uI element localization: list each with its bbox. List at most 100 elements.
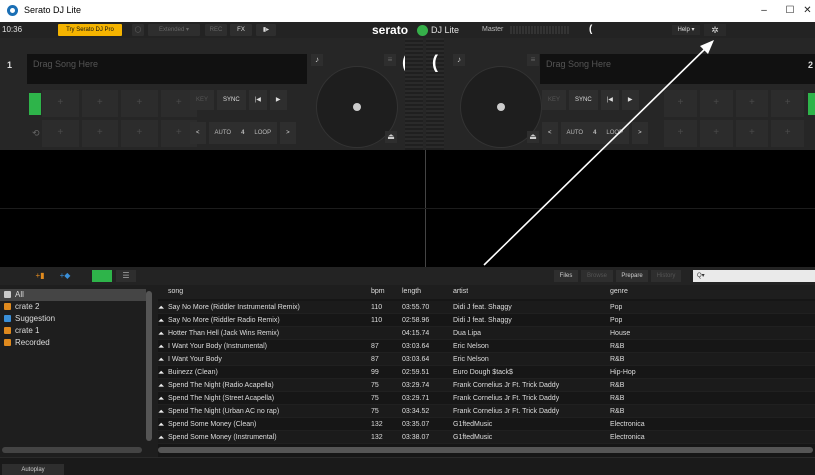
crates-scrollbar[interactable]	[146, 291, 152, 441]
extended-dropdown[interactable]: Extended ▾	[148, 24, 200, 36]
deck-1-key-button[interactable]: KEY	[190, 90, 215, 110]
help-dropdown[interactable]: Help ▾	[672, 25, 700, 35]
table-row[interactable]: ⏶ Spend The Night (Radio Acapella) 75 03:29…	[158, 379, 815, 392]
pad[interactable]: +	[735, 90, 769, 117]
table-row[interactable]: ⏶ Spend Some Money (Clean) 132 03:35.07 G1ft…	[158, 418, 815, 431]
fx-button[interactable]: FX	[230, 24, 252, 36]
record-icon[interactable]: ◯	[132, 24, 144, 36]
crate-label: crate 2	[15, 302, 40, 311]
table-row[interactable]: ⏶ Say No More (Riddler Instrumental Remix…	[158, 301, 815, 314]
pad[interactable]: +	[42, 90, 79, 117]
column-bpm[interactable]: bpm	[371, 285, 385, 299]
cell-bpm: 110	[371, 317, 383, 324]
serato-logo-icon	[7, 5, 18, 16]
pad[interactable]: +	[42, 120, 79, 147]
pad[interactable]: +	[664, 120, 697, 147]
table-row[interactable]: ⏶ Spend The Night (Urban AC no rap) 75 03:3…	[158, 405, 815, 418]
deck-1-song-display[interactable]: Drag Song Here	[27, 54, 307, 84]
table-hscrollbar[interactable]	[158, 447, 813, 453]
deck-2-loop-label: LOOP	[606, 130, 624, 136]
table-row[interactable]: ⏶ Buinezz (Clean) 99 02:59.51 Euro Dough $ta…	[158, 366, 815, 379]
deck-1-play-icon[interactable]: ▶	[269, 90, 287, 110]
history-button[interactable]: History	[651, 270, 681, 282]
deck-2-sync-button[interactable]: SYNC	[569, 90, 598, 110]
deck-1-sync-button[interactable]: SYNC	[217, 90, 246, 110]
try-pro-button[interactable]: Try Serato DJ Pro	[58, 24, 122, 36]
pad[interactable]: +	[699, 120, 733, 147]
pad[interactable]: +	[735, 120, 769, 147]
master-volume-knob-icon[interactable]: (	[589, 24, 592, 35]
cell-genre: Pop	[610, 317, 623, 324]
deck-1-eject-icon[interactable]: ⏏	[385, 131, 397, 143]
table-row[interactable]: ⏶ Say No More (Riddler Radio Remix) 110 02:…	[158, 314, 815, 327]
track-status-icon: ⏶	[158, 368, 165, 377]
table-row[interactable]: ⏶ I Want Your Body (Instrumental) 87 03:03.…	[158, 340, 815, 353]
table-row[interactable]: ⏶ Spend The Night (Street Acapella) 75 03:2…	[158, 392, 815, 405]
pad[interactable]: +	[81, 120, 118, 147]
deck-1-pads: + + + + + + + +	[42, 90, 197, 147]
deck-2-gain-knob-icon[interactable]: (	[432, 52, 438, 73]
pad[interactable]: +	[771, 120, 804, 147]
crate-item[interactable]: All	[0, 289, 146, 301]
track-status-icon: ⏶	[158, 303, 165, 312]
pad[interactable]: +	[81, 90, 118, 117]
settings-gear-icon[interactable]: ✲	[704, 24, 726, 36]
pad[interactable]: +	[699, 90, 733, 117]
crate-label: crate 1	[15, 326, 40, 335]
detail-view-icon[interactable]: ☰	[116, 270, 136, 282]
mixer-icon[interactable]: ▮▸	[256, 24, 276, 36]
pad[interactable]: +	[121, 120, 158, 147]
crate-item[interactable]: Recorded	[0, 337, 146, 349]
deck-2-song-display[interactable]: Drag Song Here	[540, 54, 815, 84]
deck-1-stack-icon[interactable]: ≡	[384, 54, 396, 66]
table-row[interactable]: ⏶ Hotter Than Hell (Jack Wins Remix) 04:15…	[158, 327, 815, 340]
crate-item[interactable]: crate 1	[0, 325, 146, 337]
deck-1-loop-box[interactable]: AUTO 4 LOOP	[208, 122, 278, 144]
deck-2-play-icon[interactable]: ▶	[621, 90, 639, 110]
column-genre[interactable]: genre	[610, 285, 628, 299]
minimize-button[interactable]: –	[750, 3, 778, 19]
rec-button[interactable]: REC	[205, 24, 227, 36]
add-smart-crate-icon[interactable]: +◆	[54, 270, 76, 282]
prepare-button[interactable]: Prepare	[616, 270, 648, 282]
add-crate-icon[interactable]: +▮	[30, 270, 50, 282]
deck-1-loop-next-icon[interactable]: >	[280, 122, 296, 144]
pad[interactable]: +	[664, 90, 697, 117]
deck-2-loop-prev-icon[interactable]: <	[542, 122, 558, 144]
deck-2-stack-icon[interactable]: ≡	[527, 54, 539, 66]
deck-2-loop-next-icon[interactable]: >	[632, 122, 648, 144]
table-row[interactable]: ⏶ I Want Your Body 87 03:03.64 Eric Nelson R&…	[158, 353, 815, 366]
deck-2-note-icon[interactable]: ♪	[453, 54, 465, 66]
crate-item[interactable]: crate 2	[0, 301, 146, 313]
deck-2-loop-size: 4	[593, 130, 597, 136]
autoplay-button[interactable]: Autoplay	[2, 464, 64, 475]
deck-2-eject-icon[interactable]: ⏏	[527, 131, 539, 143]
deck-2-key-button[interactable]: KEY	[542, 90, 567, 110]
files-button[interactable]: Files	[554, 270, 578, 282]
list-view-icon[interactable]	[92, 270, 112, 282]
deck-1-note-icon[interactable]: ♪	[311, 54, 323, 66]
pad[interactable]: +	[121, 90, 158, 117]
track-status-icon: ⏶	[158, 407, 165, 416]
pad[interactable]: +	[771, 90, 804, 117]
column-song[interactable]: song	[168, 285, 183, 299]
table-row[interactable]: ⏶ Spend Some Money (Instrumental) 132 03:38…	[158, 431, 815, 444]
serato-brand-icon	[417, 25, 428, 36]
column-artist[interactable]: artist	[453, 285, 468, 299]
waveform-display[interactable]	[0, 150, 815, 267]
browse-button[interactable]: Browse	[581, 270, 613, 282]
deck-2-cue-button[interactable]	[808, 93, 815, 115]
deck-1-prev-icon[interactable]: |◀	[248, 90, 267, 110]
deck-1-cue-button[interactable]	[29, 93, 41, 115]
deck-1-loop-icon[interactable]: ⟲	[32, 128, 40, 139]
cell-song: Spend Some Money (Clean)	[168, 421, 257, 428]
deck-2-loop-box[interactable]: AUTO 4 LOOP	[560, 122, 630, 144]
deck-2-prev-icon[interactable]: |◀	[600, 90, 619, 110]
crate-item[interactable]: Suggestion	[0, 313, 146, 325]
deck-1-loop-prev-icon[interactable]: <	[190, 122, 206, 144]
brand-logo: serato	[372, 23, 409, 37]
search-input[interactable]: Q▾	[693, 270, 815, 282]
crates-hscrollbar[interactable]	[2, 447, 142, 453]
column-length[interactable]: length	[402, 285, 421, 299]
close-button[interactable]: ✕	[800, 3, 815, 19]
